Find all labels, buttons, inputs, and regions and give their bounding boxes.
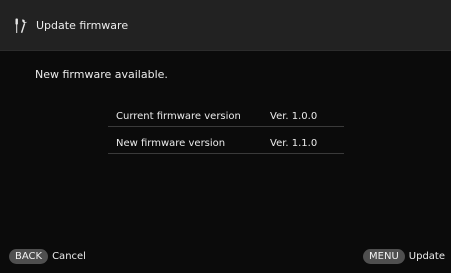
- info-value: Ver. 1.1.0: [270, 138, 318, 149]
- info-label: Current firmware version: [116, 111, 241, 122]
- firmware-update-screen: Update firmware New firmware available. …: [0, 0, 451, 273]
- info-label: New firmware version: [116, 138, 226, 149]
- menu-key-badge[interactable]: MENU: [363, 249, 405, 264]
- info-row-new-version: New firmware version Ver. 1.1.0: [108, 132, 344, 154]
- firmware-info-table: Current firmware version Ver. 1.0.0 New …: [108, 105, 344, 154]
- tools-icon: [13, 18, 29, 34]
- cancel-label: Cancel: [52, 251, 86, 262]
- status-message: New firmware available.: [35, 68, 168, 81]
- page-title: Update firmware: [36, 19, 129, 32]
- update-button[interactable]: MENU Update: [363, 249, 445, 264]
- info-row-current-version: Current firmware version Ver. 1.0.0: [108, 105, 344, 127]
- info-value: Ver. 1.0.0: [270, 111, 318, 122]
- header-bar: Update firmware: [0, 0, 451, 51]
- back-key-badge[interactable]: BACK: [9, 249, 49, 264]
- cancel-button[interactable]: BACK Cancel: [9, 249, 86, 264]
- update-label: Update: [408, 251, 445, 262]
